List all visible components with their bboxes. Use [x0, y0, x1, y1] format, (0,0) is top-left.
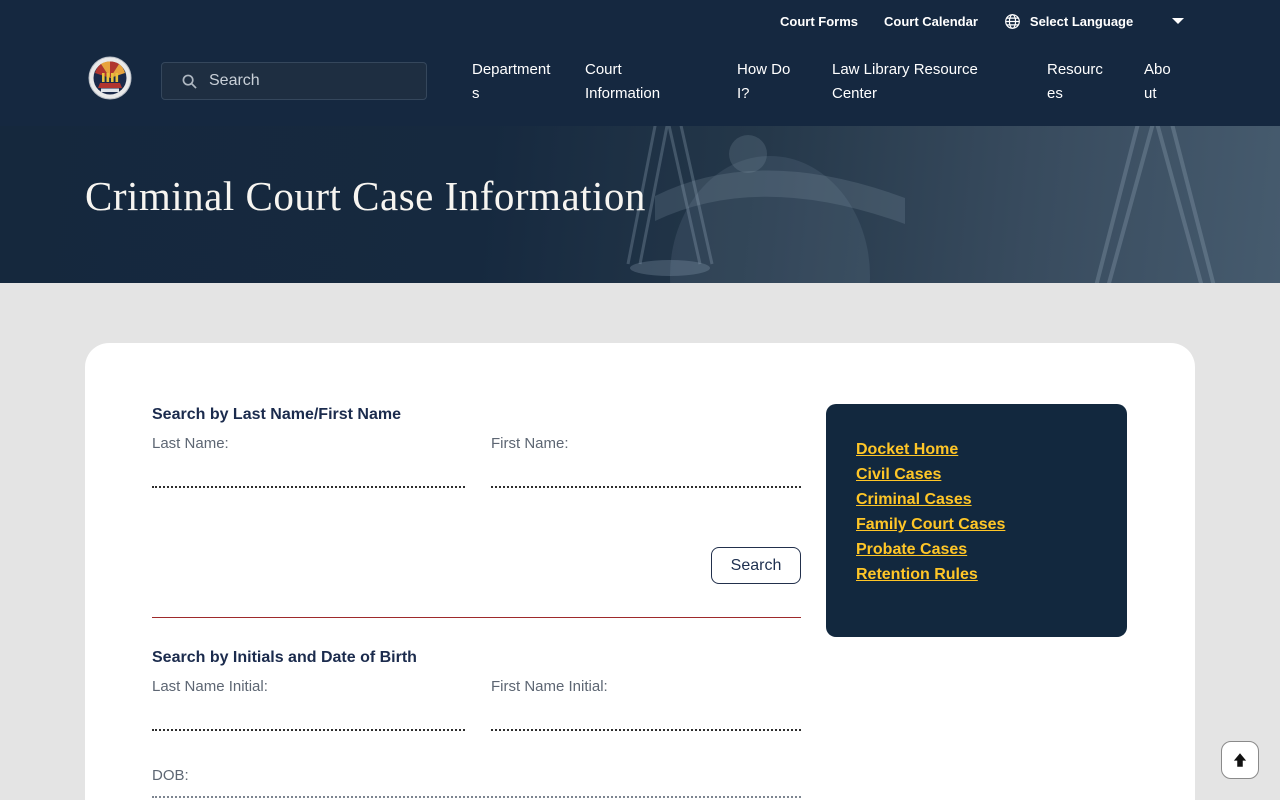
first-initial-input[interactable] [491, 705, 801, 731]
family-court-cases-link[interactable]: Family Court Cases [856, 512, 1127, 537]
nav-item-departments[interactable]: Departments [472, 58, 552, 106]
language-selector-label: Select Language [1029, 13, 1134, 29]
header-search [161, 62, 427, 100]
court-forms-link[interactable]: Court Forms [780, 14, 858, 29]
docket-links-panel: Docket Home Civil Cases Criminal Cases F… [826, 404, 1127, 637]
nav-item-law-library-resource-center[interactable]: Law Library Resource Center [832, 58, 982, 106]
page-title: Criminal Court Case Information [85, 173, 646, 219]
nav-item-court-information[interactable]: Court Information [585, 58, 675, 106]
dob-input[interactable] [152, 772, 801, 798]
utility-bar: Court Forms Court Calendar Select Langua… [780, 0, 1184, 42]
court-calendar-link[interactable]: Court Calendar [884, 14, 978, 29]
search-button[interactable]: Search [711, 547, 801, 584]
nav-item-resources[interactable]: Resources [1047, 58, 1110, 106]
first-initial-label: First Name Initial: [491, 678, 608, 695]
last-initial-input[interactable] [152, 705, 465, 731]
name-search-heading: Search by Last Name/First Name [152, 406, 401, 423]
language-selector[interactable]: Select Language [1004, 13, 1133, 30]
last-name-input[interactable] [152, 462, 465, 488]
section-divider [152, 617, 801, 618]
criminal-cases-link[interactable]: Criminal Cases [856, 487, 1127, 512]
site-header: Court Forms Court Calendar Select Langua… [0, 0, 1280, 126]
first-name-label: First Name: [491, 435, 569, 452]
probate-cases-link[interactable]: Probate Cases [856, 537, 1127, 562]
last-name-label: Last Name: [152, 435, 229, 452]
civil-cases-link[interactable]: Civil Cases [856, 462, 1127, 487]
arrow-up-icon [1233, 753, 1247, 767]
court-seal-logo[interactable] [88, 56, 132, 100]
search-input[interactable] [209, 72, 416, 90]
search-icon [182, 74, 197, 89]
docket-home-link[interactable]: Docket Home [856, 437, 1127, 462]
caret-down-icon[interactable] [1172, 18, 1184, 24]
globe-icon [1005, 13, 1020, 29]
last-initial-label: Last Name Initial: [152, 678, 268, 695]
nav-item-how-do-i[interactable]: How Do I? [737, 58, 793, 106]
scroll-to-top-button[interactable] [1221, 741, 1259, 779]
retention-rules-link[interactable]: Retention Rules [856, 562, 1127, 587]
page: Criminal Court Case Information Court Fo… [0, 0, 1280, 800]
nav-item-about[interactable]: About [1144, 58, 1179, 106]
first-name-input[interactable] [491, 462, 801, 488]
initials-search-heading: Search by Initials and Date of Birth [152, 649, 417, 666]
